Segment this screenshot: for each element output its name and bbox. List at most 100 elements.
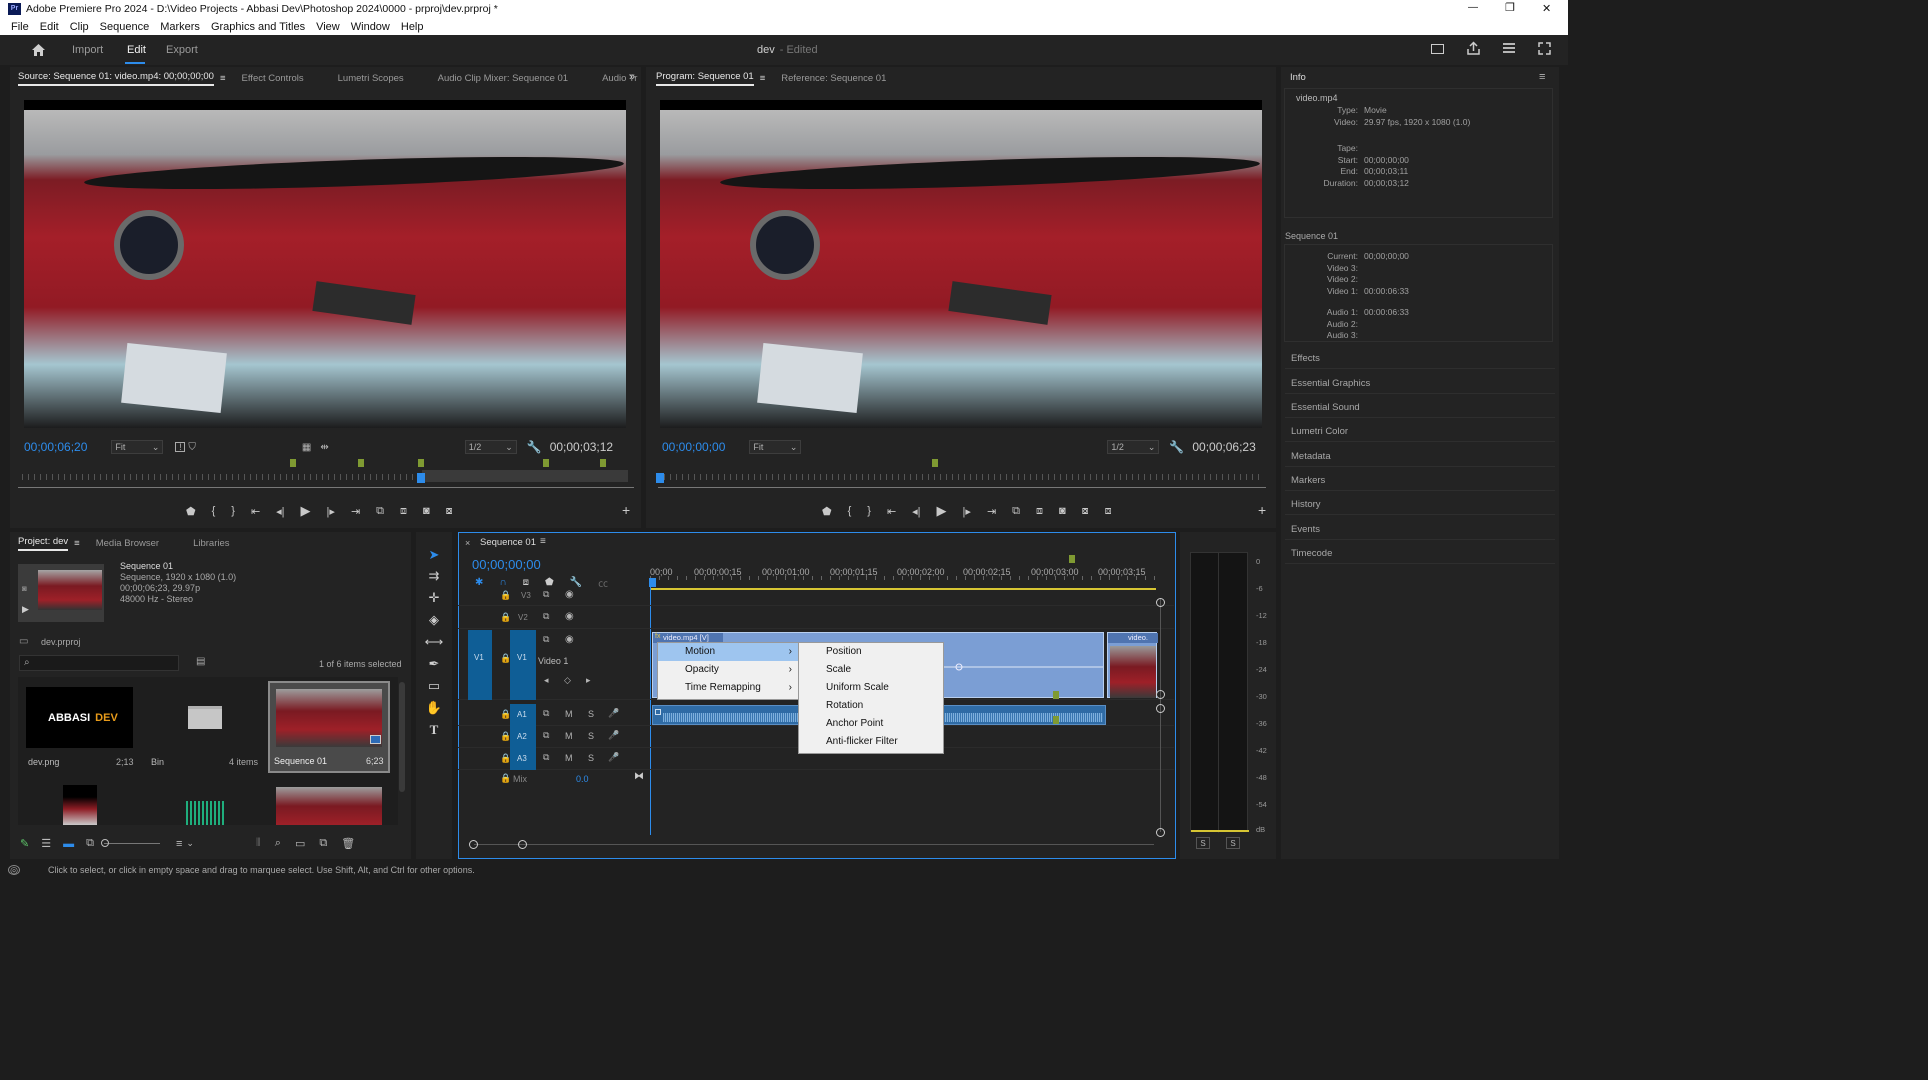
solo-left-button[interactable]: S [1196, 837, 1210, 849]
menu-markers[interactable]: Markers [160, 21, 200, 33]
tab-reference[interactable]: Reference: Sequence 01 [781, 73, 886, 84]
add-keyframe-icon[interactable]: ◇ [564, 675, 571, 686]
tab-effect-controls[interactable]: Effect Controls [242, 73, 304, 84]
lock-icon[interactable]: 🔒 [500, 612, 511, 623]
eye-icon[interactable]: ◉ [565, 611, 574, 622]
submenu-scale[interactable]: Scale [799, 661, 943, 679]
eye-icon[interactable]: ◉ [565, 589, 574, 600]
mute-button[interactable]: M [565, 709, 573, 719]
wrench-icon[interactable]: 🔧 [527, 440, 542, 454]
mic-icon[interactable]: 🎤 [608, 752, 619, 763]
section-timecode[interactable]: Timecode [1285, 543, 1555, 564]
zoom-handle[interactable] [100, 839, 109, 847]
track-label-v3[interactable]: V3 [521, 591, 531, 600]
drag-audio-icon[interactable]: ⇹ [320, 442, 328, 453]
submenu-rotation[interactable]: Rotation [799, 697, 943, 715]
step-back-icon[interactable]: ◂| [912, 505, 920, 518]
sync-lock-icon[interactable]: ⧉ [543, 708, 549, 719]
tab-export[interactable]: Export [166, 44, 198, 56]
menu-graphics-titles[interactable]: Graphics and Titles [211, 21, 305, 33]
step-forward-icon[interactable]: |▸ [963, 505, 971, 518]
scroll-handle-bottom[interactable] [1156, 828, 1165, 837]
play-thumbnail-icon[interactable]: ▶ [22, 604, 29, 615]
tabs-overflow-icon[interactable]: » [629, 71, 635, 83]
project-scrollbar[interactable] [399, 682, 405, 792]
ripple-edit-tool-icon[interactable]: ✛ [424, 588, 444, 608]
source-resolution-dropdown[interactable]: 1/2 ⌄ [464, 440, 517, 454]
icon-view-icon[interactable]: ▬ [63, 838, 74, 850]
pencil-icon[interactable]: ✎ [20, 837, 29, 850]
project-item-thumb[interactable] [63, 785, 97, 825]
submenu-anti-flicker-filter[interactable]: Anti-flicker Filter [799, 733, 943, 751]
automate-to-sequence-icon[interactable]: ⦀ [256, 837, 261, 850]
eye-icon[interactable]: ◉ [565, 634, 574, 645]
tab-project[interactable]: Project: dev [18, 536, 69, 551]
add-button-icon[interactable]: + [622, 502, 630, 518]
scroll-handle[interactable] [1156, 704, 1165, 713]
freeform-view-icon[interactable]: ⧉ [86, 837, 94, 850]
add-button-icon[interactable]: + [1258, 502, 1266, 518]
close-icon[interactable]: × [465, 538, 470, 548]
tab-edit[interactable]: Edit [127, 44, 146, 56]
menu-sequence[interactable]: Sequence [100, 21, 150, 33]
track-target-a3[interactable]: A3 [510, 748, 536, 770]
menu-file[interactable]: File [11, 21, 29, 33]
project-item-selected[interactable]: Sequence 01 6;23 [268, 681, 390, 773]
shield-icon[interactable]: ⛉ [188, 442, 196, 453]
overwrite-icon[interactable]: ⧈ [400, 505, 407, 518]
project-tab-menu-icon[interactable]: ≡ [74, 538, 80, 549]
menu-item-motion[interactable]: Motion › [658, 643, 798, 661]
section-essential-sound[interactable]: Essential Sound [1285, 397, 1555, 418]
rectangle-tool-icon[interactable]: ▭ [424, 676, 444, 696]
source-playhead[interactable] [417, 473, 425, 483]
slip-tool-icon[interactable]: ⟷ [424, 632, 444, 652]
timeline-timecode[interactable]: 00;00;00;00 [472, 557, 541, 572]
minimize-button[interactable]: — [1468, 2, 1478, 13]
solo-button[interactable]: S [588, 709, 594, 719]
close-button[interactable]: ✕ [1542, 2, 1551, 15]
menu-item-opacity[interactable]: Opacity › [658, 661, 798, 679]
submenu-position[interactable]: Position [799, 643, 943, 661]
source-patch-v1[interactable]: V1 [468, 630, 492, 700]
mix-marker-icon[interactable]: ⧓ [634, 771, 644, 782]
tab-media-browser[interactable]: Media Browser [96, 538, 159, 549]
maximize-button[interactable]: ❐ [1505, 1, 1515, 14]
mark-out-icon[interactable]: } [867, 505, 871, 517]
wrench-icon[interactable]: 🔧 [1169, 440, 1184, 454]
lock-icon[interactable]: 🔒 [500, 773, 511, 784]
zoom-slider[interactable] [100, 839, 160, 847]
section-history[interactable]: History [1285, 494, 1555, 515]
mic-icon[interactable]: 🎤 [608, 730, 619, 741]
camera-icon[interactable]: ◙ [423, 505, 430, 517]
program-fit-dropdown[interactable]: Fit ⌄ [749, 440, 802, 454]
next-keyframe-icon[interactable]: ▸ [586, 675, 591, 686]
submenu-uniform-scale[interactable]: Uniform Scale [799, 679, 943, 697]
solo-button[interactable]: S [588, 731, 594, 741]
lift-icon[interactable]: ⧉ [1012, 505, 1020, 518]
go-to-out-icon[interactable]: ⇥ [987, 505, 996, 518]
camera-icon[interactable]: ◙ [1059, 505, 1066, 517]
prev-keyframe-icon[interactable]: ◂ [544, 675, 549, 686]
section-metadata[interactable]: Metadata [1285, 446, 1555, 467]
list-view-icon[interactable]: ☰ [41, 837, 51, 850]
home-icon[interactable] [31, 43, 46, 57]
timeline-ruler[interactable]: 00;00 00;00;00;15 00;00;01;00 00;00;01;1… [650, 555, 1160, 580]
menu-edit[interactable]: Edit [40, 21, 59, 33]
sync-lock-icon[interactable]: ⧉ [543, 752, 549, 763]
sync-lock-icon[interactable]: ⧉ [543, 589, 549, 600]
mute-button[interactable]: M [565, 753, 573, 763]
trash-icon[interactable]: 🗑 [341, 837, 355, 850]
tab-libraries[interactable]: Libraries [193, 538, 229, 549]
sync-lock-icon[interactable]: ⧉ [543, 634, 549, 645]
program-timecode[interactable]: 00;00;00;00 [662, 440, 725, 454]
video-clip-2[interactable]: video. [1107, 632, 1158, 698]
workspace-panel-icon[interactable] [1431, 44, 1444, 54]
hand-tool-icon[interactable]: ✋ [424, 698, 444, 718]
go-to-out-icon[interactable]: ⇥ [351, 505, 360, 518]
menu-clip[interactable]: Clip [70, 21, 89, 33]
find-icon[interactable]: ⌕ [275, 837, 281, 850]
source-timecode[interactable]: 00;00;06;20 [24, 440, 87, 454]
selection-tool-icon[interactable]: ➤ [424, 545, 444, 565]
timeline-tab[interactable]: Sequence 01 [480, 537, 536, 548]
track-target-a1[interactable]: A1 [510, 704, 536, 726]
